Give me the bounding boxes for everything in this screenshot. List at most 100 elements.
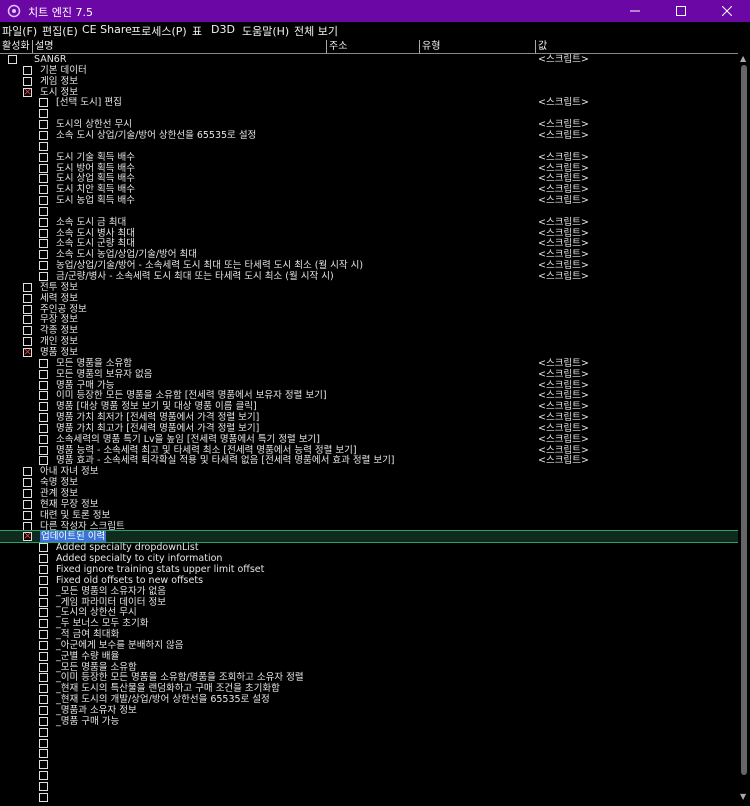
active-checkbox[interactable] [8,55,17,64]
menu-process[interactable]: 프로세스(P) [131,23,187,39]
active-checkbox[interactable] [23,499,32,509]
table-row[interactable]: 소속 도시 병사 최대 <스크립트> [0,228,738,239]
table-row[interactable] [0,206,738,217]
active-checkbox[interactable] [39,206,48,216]
menu-d3d[interactable]: D3D [211,23,235,36]
active-checkbox[interactable] [39,434,48,444]
active-checkbox[interactable] [39,727,48,737]
column-value[interactable]: 값 [536,40,738,53]
table-row[interactable]: 도시 치안 획득 배수 <스크립트> [0,184,738,195]
column-type[interactable]: 유형 [420,40,536,53]
active-checkbox[interactable] [39,651,48,661]
active-checkbox[interactable] [39,413,48,423]
column-address[interactable]: 주소 [327,40,420,53]
table-row[interactable]: Fixed ignore training stats upper limit … [0,564,738,575]
table-row[interactable]: 주인공 정보 [0,304,738,315]
table-row[interactable]: Added specialty to city information [0,553,738,564]
active-checkbox[interactable] [39,543,48,553]
table-row[interactable]: _명품 구매 가능 [0,716,738,727]
table-row[interactable]: 금/군량/병사 - 소속세력 도시 최대 또는 타세력 도시 최소 (월 시작 … [0,271,738,282]
table-row[interactable]: _게임 파라미터 데이터 정보 [0,597,738,608]
table-row[interactable]: SAN6R <스크립트> [0,54,738,65]
table-row[interactable]: _군별 수량 배율 [0,651,738,662]
active-checkbox[interactable] [23,326,32,336]
table-row[interactable]: 이미 등장한 모든 명품을 소유함 [전세력 명품에서 보유자 정렬 보기] <스… [0,390,738,401]
maximize-button[interactable] [658,0,704,22]
active-checkbox[interactable] [39,109,48,119]
menu-ce-share[interactable]: CE Share [82,23,132,36]
active-checkbox[interactable] [39,564,48,574]
table-row[interactable] [0,792,738,803]
table-row[interactable] [0,770,738,781]
active-checkbox[interactable] [23,478,32,488]
table-row[interactable] [0,141,738,152]
table-row[interactable]: 다른 작성자 스크립트 [0,521,738,532]
table-row[interactable]: 소속세력의 명품 특기 Lv을 높임 [전세력 명품에서 특기 정렬 보기] <스… [0,434,738,445]
active-checkbox[interactable] [39,695,48,705]
close-button[interactable] [704,0,750,22]
table-row[interactable]: 농업/상업/기술/방어 - 소속세력 도시 최대 또는 타세력 도시 최소 (월… [0,260,738,271]
active-checkbox[interactable] [39,619,48,629]
table-row[interactable]: 도시 정보 [0,85,738,99]
table-row[interactable]: 도시 기술 획득 배수 <스크립트> [0,152,738,163]
menu-file[interactable]: 파일(F) [2,23,37,39]
table-row[interactable]: 숙명 정보 [0,477,738,488]
menu-edit[interactable]: 편집(E) [42,23,78,39]
table-row[interactable]: [선택 도시] 편집 <스크립트> [0,97,738,108]
table-row[interactable]: 도시 농업 획득 배수 <스크립트> [0,195,738,206]
active-checkbox[interactable] [39,706,48,715]
table-row[interactable]: 소속 도시 상업/기술/방어 상한선을 65535로 설정 <스크립트> [0,130,738,141]
active-checkbox[interactable] [23,489,32,498]
active-checkbox[interactable] [39,402,48,412]
table-row[interactable] [0,727,738,738]
active-checkbox[interactable] [39,152,48,162]
active-checkbox[interactable] [39,662,48,672]
active-checkbox[interactable] [39,358,48,368]
menu-help[interactable]: 도움말(H) [242,23,289,39]
active-checkbox[interactable] [39,792,48,802]
active-checkbox[interactable] [39,586,48,596]
table-row[interactable]: _명품과 소유자 정보 [0,705,738,716]
active-checkbox[interactable] [23,85,32,99]
table-row[interactable]: 각종 정보 [0,325,738,336]
table-row[interactable]: 명품 정보 [0,345,738,359]
active-checkbox[interactable] [39,163,48,173]
table-row[interactable]: _적 금여 최대화 [0,629,738,640]
table-row[interactable] [0,759,738,770]
table-row[interactable] [0,738,738,749]
active-checkbox[interactable] [39,749,48,759]
active-checkbox[interactable] [39,369,48,379]
active-checkbox[interactable] [23,467,32,477]
table-row[interactable]: 도시의 상한선 무시 <스크립트> [0,119,738,130]
active-checkbox[interactable] [39,141,48,151]
table-row[interactable]: _모든 명품을 소유함 [0,662,738,673]
table-row[interactable]: 세력 정보 [0,293,738,304]
table-row[interactable] [0,748,738,759]
active-checkbox[interactable] [39,608,48,618]
active-checkbox[interactable] [39,98,48,108]
table-row[interactable]: 명품 가치 최고가 [전세력 명품에서 가격 정렬 보기] <스크립트> [0,423,738,434]
active-checkbox[interactable] [39,228,48,238]
active-checkbox[interactable] [39,272,48,281]
table-row[interactable]: 아내 자녀 정보 [0,466,738,477]
table-row[interactable] [0,781,738,792]
active-checkbox[interactable] [39,781,48,791]
column-active[interactable]: 활성화 [0,40,33,53]
table-row[interactable]: 관계 정보 [0,488,738,499]
active-checkbox[interactable] [39,716,48,726]
active-checkbox[interactable] [39,130,48,140]
active-checkbox[interactable] [39,261,48,271]
table-row[interactable]: 명품 [대상 명품 정보 보기 및 대상 명품 이름 클릭] <스크립트> [0,401,738,412]
active-checkbox[interactable] [39,185,48,195]
active-checkbox[interactable] [39,760,48,770]
vertical-scrollbar[interactable]: ▲ ▼ [738,40,750,806]
menu-table[interactable]: 표 [192,23,202,39]
table-row[interactable]: 게임 정보 [0,76,738,87]
active-checkbox[interactable] [23,345,32,359]
active-checkbox[interactable] [39,423,48,433]
active-checkbox[interactable] [23,293,32,303]
active-checkbox[interactable] [39,673,48,683]
active-checkbox[interactable] [39,391,48,401]
table-row[interactable]: 기본 데이터 [0,65,738,76]
table-row[interactable]: _도시의 상한선 무시 [0,607,738,618]
